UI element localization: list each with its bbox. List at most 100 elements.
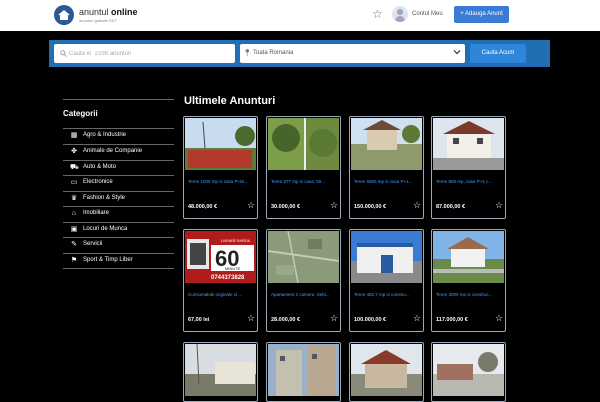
listing-image[interactable] <box>268 118 339 170</box>
listing-card[interactable]: LIVRARE RAPIDA 60 MINUTE 0744373828 Cons… <box>183 229 258 332</box>
listing-card[interactable] <box>349 342 424 402</box>
listing-image[interactable] <box>185 118 256 170</box>
listing-price: 48.000,00 € <box>188 204 218 210</box>
favorite-star-icon[interactable]: ☆ <box>495 201 503 210</box>
listing-image[interactable] <box>268 344 339 396</box>
listing-price: 87.000,00 € <box>436 204 466 210</box>
sidebar-divider <box>63 268 174 269</box>
listing-title[interactable]: Apartament 2 camere, Sebi... <box>271 291 339 305</box>
logo-main-text: anuntul <box>79 7 109 17</box>
car-icon: ⛟ <box>70 164 79 171</box>
account-link[interactable]: Contul Meu <box>412 11 443 17</box>
listing-card[interactable] <box>431 342 506 402</box>
listing-card[interactable]: Teren 800 mp, casa P+1 c... 87.000,00 € … <box>431 116 506 219</box>
listing-price: 150.000,00 € <box>354 204 387 210</box>
listing-card[interactable]: Teren 877 mp si casa, 50... 30.000,00 € … <box>266 116 341 219</box>
favorite-star-icon[interactable]: ☆ <box>247 201 255 210</box>
sidebar-divider <box>63 253 174 254</box>
sidebar-divider <box>63 206 174 207</box>
section-title: Ultimele Anunturi <box>184 95 276 107</box>
favorite-star-icon[interactable]: ☆ <box>495 314 503 323</box>
sidebar-item-label: Fashion & Style <box>83 195 126 201</box>
listing-image[interactable] <box>351 231 422 283</box>
listing-card[interactable] <box>266 342 341 402</box>
listing-price: 67,00 lei <box>188 317 210 323</box>
listing-title[interactable]: Teren 3000 mp si construc... <box>436 291 504 305</box>
sidebar-item-label: Locuri de Munca <box>83 226 128 232</box>
sidebar-divider <box>63 160 174 161</box>
logo-icon[interactable] <box>54 5 74 25</box>
sidebar-item-electronice[interactable]: ▭ Electronice <box>70 178 174 192</box>
paw-icon: ✤ <box>71 148 77 155</box>
sidebar-divider <box>63 191 174 192</box>
sidebar-divider <box>63 237 174 238</box>
search-button[interactable]: Cauta Acum <box>470 44 526 63</box>
listing-image[interactable] <box>433 231 504 283</box>
listing-card[interactable]: Teren 1000 mp si casa P+M... 48.000,00 €… <box>183 116 258 219</box>
logo-bold-text: online <box>111 7 138 17</box>
ad-banner-text: LIVRARE RAPIDA <box>221 239 251 243</box>
listing-card[interactable]: Teren 3000 mp si construc... 117.000,00 … <box>431 229 506 332</box>
sidebar-item-imobiliare[interactable]: ⌂ Imobiliare <box>70 209 174 223</box>
favorite-star-icon[interactable]: ☆ <box>330 314 338 323</box>
search-icon <box>60 50 67 57</box>
sidebar-item-label: Electronice <box>83 179 113 185</box>
favorite-star-icon[interactable]: ☆ <box>247 314 255 323</box>
home-icon: ⌂ <box>71 210 77 217</box>
sidebar-item-agro[interactable]: ▦ Agro & Industrie <box>70 131 174 145</box>
favorite-star-icon[interactable]: ☆ <box>413 201 421 210</box>
favorites-star-icon[interactable]: ☆ <box>372 8 384 20</box>
listing-image[interactable] <box>433 344 504 396</box>
wrench-icon: ✎ <box>71 241 77 248</box>
sidebar-divider <box>63 222 174 223</box>
listing-card[interactable]: Teren 5000 mp si casa P+1... 150.000,00 … <box>349 116 424 219</box>
sidebar-item-label: Agro & Industrie <box>83 132 127 138</box>
sidebar-divider <box>63 128 174 129</box>
listing-price: 30.000,00 € <box>271 204 301 210</box>
listing-image[interactable]: LIVRARE RAPIDA 60 MINUTE 0744373828 <box>185 231 256 283</box>
listing-title[interactable]: Teren 1000 mp si casa P+M... <box>188 178 256 192</box>
sidebar-item-label: Imobiliare <box>83 210 110 216</box>
sidebar-divider <box>63 144 174 145</box>
listing-price: 28.000,00 € <box>271 317 301 323</box>
sidebar-item-label: Animale de Companie <box>83 148 143 154</box>
chevron-down-icon <box>453 50 461 55</box>
sidebar-top-divider <box>63 99 174 100</box>
listing-image[interactable] <box>185 344 256 396</box>
location-value: Toata Romania <box>253 50 294 56</box>
sidebar-item-animale[interactable]: ✤ Animale de Companie <box>70 147 174 161</box>
listing-title[interactable]: Teren 5000 mp si casa P+1... <box>354 178 422 192</box>
sidebar-divider <box>63 175 174 176</box>
sidebar-item-label: Servicii <box>83 241 103 247</box>
listing-title[interactable]: Teren 462,7 mp si constru... <box>354 291 422 305</box>
listing-image[interactable] <box>351 344 422 396</box>
listing-price: 100.000,00 € <box>354 317 387 323</box>
ad-minute-text: MINUTE <box>225 266 241 271</box>
listing-image[interactable] <box>268 231 339 283</box>
sidebar-item-label: Sport & Timp Liber <box>83 257 133 263</box>
shirt-icon: ♛ <box>70 195 78 202</box>
avatar[interactable] <box>392 6 408 22</box>
sidebar-title: Categorii <box>63 109 98 118</box>
tv-icon: ▭ <box>70 179 78 186</box>
listing-title[interactable]: Teren 877 mp si casa, 50... <box>271 178 339 192</box>
listing-title[interactable]: Teren 800 mp, casa P+1 c... <box>436 178 504 192</box>
briefcase-icon: ▣ <box>70 226 78 233</box>
map-pin-icon: 📍︎ <box>243 50 252 57</box>
ad-phone: 0744373828 <box>211 275 245 281</box>
search-input[interactable] <box>54 44 235 63</box>
listing-card[interactable]: Apartament 2 camere, Sebi... 28.000,00 €… <box>266 229 341 332</box>
listing-card[interactable]: Teren 462,7 mp si constru... 100.000,00 … <box>349 229 424 332</box>
favorite-star-icon[interactable]: ☆ <box>413 314 421 323</box>
sport-icon: ⚑ <box>70 257 78 264</box>
grid-icon: ▦ <box>70 132 78 139</box>
listing-title[interactable]: Consumabile originale si ... <box>188 291 256 305</box>
listing-price: 117.000,00 € <box>436 317 468 323</box>
add-listing-button[interactable]: + Adauga Anunt <box>454 6 509 23</box>
logo-text[interactable]: anuntul online <box>79 7 138 17</box>
listing-image[interactable] <box>433 118 504 170</box>
listing-image[interactable] <box>351 118 422 170</box>
listing-card[interactable] <box>183 342 258 402</box>
favorite-star-icon[interactable]: ☆ <box>330 201 338 210</box>
sidebar-item-servicii[interactable]: ✎ Servicii <box>70 240 174 254</box>
